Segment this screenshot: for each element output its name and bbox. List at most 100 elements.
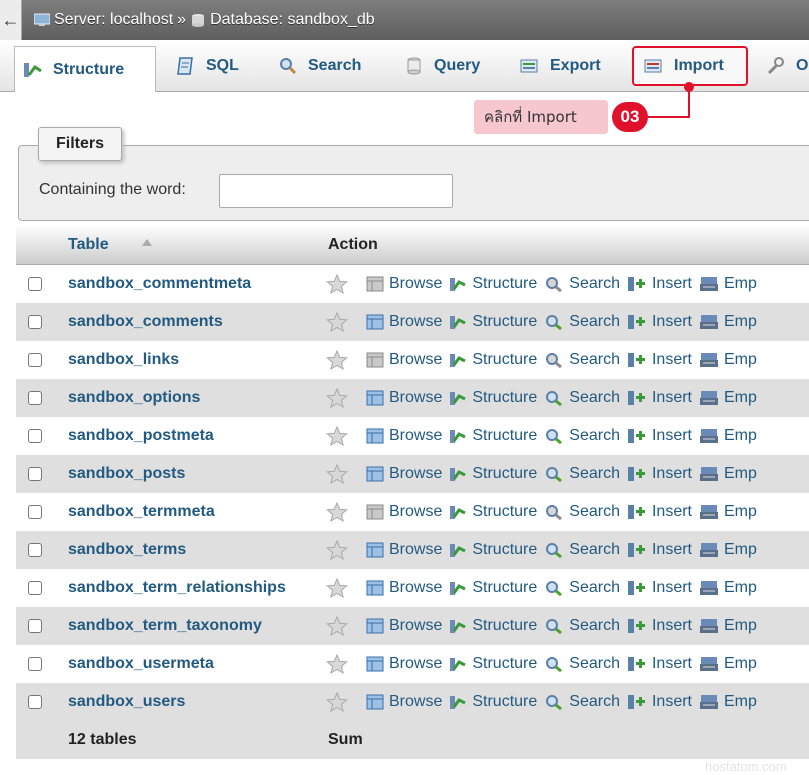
action-empty[interactable]: Emp xyxy=(699,655,757,673)
action-insert[interactable]: Insert xyxy=(627,275,692,293)
action-insert[interactable]: Insert xyxy=(627,351,692,369)
row-checkbox[interactable] xyxy=(28,543,42,557)
action-empty[interactable]: Emp xyxy=(699,389,757,407)
row-checkbox[interactable] xyxy=(28,695,42,709)
action-insert[interactable]: Insert xyxy=(627,503,692,521)
action-empty[interactable]: Emp xyxy=(699,503,757,521)
action-search[interactable]: Search xyxy=(544,693,620,711)
action-search[interactable]: Search xyxy=(544,579,620,597)
favorite-star-icon[interactable] xyxy=(325,425,349,447)
breadcrumb-server[interactable]: Server: localhost xyxy=(54,11,173,29)
action-search[interactable]: Search xyxy=(544,503,620,521)
filter-input[interactable] xyxy=(219,174,453,208)
action-insert[interactable]: Insert xyxy=(627,427,692,445)
action-search[interactable]: Search xyxy=(544,351,620,369)
tab-export[interactable]: Export xyxy=(520,46,624,86)
table-name-link[interactable]: sandbox_term_relationships xyxy=(68,579,286,597)
action-insert[interactable]: Insert xyxy=(627,313,692,331)
action-empty[interactable]: Emp xyxy=(699,465,757,483)
tab-query[interactable]: Query xyxy=(404,46,504,86)
action-search[interactable]: Search xyxy=(544,465,620,483)
action-search[interactable]: Search xyxy=(544,275,620,293)
tab-search[interactable]: Search xyxy=(278,46,382,86)
favorite-star-icon[interactable] xyxy=(325,577,349,599)
tab-operations[interactable]: O xyxy=(766,46,809,86)
action-empty[interactable]: Emp xyxy=(699,313,757,331)
action-browse[interactable]: Browse xyxy=(366,427,442,445)
action-insert[interactable]: Insert xyxy=(627,693,692,711)
action-search[interactable]: Search xyxy=(544,541,620,559)
action-insert[interactable]: Insert xyxy=(627,655,692,673)
back-arrow-icon[interactable]: ← xyxy=(0,0,22,40)
action-empty[interactable]: Emp xyxy=(699,541,757,559)
action-empty[interactable]: Emp xyxy=(699,617,757,635)
row-checkbox[interactable] xyxy=(28,391,42,405)
row-checkbox[interactable] xyxy=(28,315,42,329)
sort-ascending-icon[interactable] xyxy=(142,239,152,246)
row-checkbox[interactable] xyxy=(28,505,42,519)
table-name-link[interactable]: sandbox_users xyxy=(68,693,185,711)
action-structure[interactable]: Structure xyxy=(449,541,537,559)
action-insert[interactable]: Insert xyxy=(627,389,692,407)
favorite-star-icon[interactable] xyxy=(325,539,349,561)
row-checkbox[interactable] xyxy=(28,353,42,367)
action-empty[interactable]: Emp xyxy=(699,275,757,293)
favorite-star-icon[interactable] xyxy=(325,349,349,371)
table-name-link[interactable]: sandbox_usermeta xyxy=(68,655,214,673)
action-browse[interactable]: Browse xyxy=(366,313,442,331)
favorite-star-icon[interactable] xyxy=(325,615,349,637)
breadcrumb-database[interactable]: Database: sandbox_db xyxy=(210,11,375,29)
action-browse[interactable]: Browse xyxy=(366,655,442,673)
action-empty[interactable]: Emp xyxy=(699,351,757,369)
table-name-link[interactable]: sandbox_commentmeta xyxy=(68,275,251,293)
action-browse[interactable]: Browse xyxy=(366,275,442,293)
action-structure[interactable]: Structure xyxy=(449,617,537,635)
action-structure[interactable]: Structure xyxy=(449,579,537,597)
tab-structure[interactable]: Structure xyxy=(14,46,156,92)
table-name-link[interactable]: sandbox_comments xyxy=(68,313,223,331)
table-name-link[interactable]: sandbox_termmeta xyxy=(68,503,215,521)
row-checkbox[interactable] xyxy=(28,467,42,481)
action-browse[interactable]: Browse xyxy=(366,541,442,559)
action-empty[interactable]: Emp xyxy=(699,579,757,597)
action-search[interactable]: Search xyxy=(544,389,620,407)
tab-import[interactable]: Import xyxy=(632,46,748,86)
favorite-star-icon[interactable] xyxy=(325,463,349,485)
action-insert[interactable]: Insert xyxy=(627,465,692,483)
action-browse[interactable]: Browse xyxy=(366,617,442,635)
action-structure[interactable]: Structure xyxy=(449,427,537,445)
table-name-link[interactable]: sandbox_terms xyxy=(68,541,186,559)
favorite-star-icon[interactable] xyxy=(325,273,349,295)
action-structure[interactable]: Structure xyxy=(449,313,537,331)
action-structure[interactable]: Structure xyxy=(449,275,537,293)
table-name-link[interactable]: sandbox_links xyxy=(68,351,179,369)
column-header-table[interactable]: Table xyxy=(68,236,109,254)
favorite-star-icon[interactable] xyxy=(325,387,349,409)
action-browse[interactable]: Browse xyxy=(366,351,442,369)
table-name-link[interactable]: sandbox_options xyxy=(68,389,200,407)
action-browse[interactable]: Browse xyxy=(366,693,442,711)
action-structure[interactable]: Structure xyxy=(449,693,537,711)
action-structure[interactable]: Structure xyxy=(449,389,537,407)
action-insert[interactable]: Insert xyxy=(627,541,692,559)
row-checkbox[interactable] xyxy=(28,581,42,595)
favorite-star-icon[interactable] xyxy=(325,653,349,675)
action-insert[interactable]: Insert xyxy=(627,579,692,597)
table-name-link[interactable]: sandbox_postmeta xyxy=(68,427,214,445)
action-insert[interactable]: Insert xyxy=(627,617,692,635)
action-browse[interactable]: Browse xyxy=(366,503,442,521)
action-empty[interactable]: Emp xyxy=(699,693,757,711)
action-search[interactable]: Search xyxy=(544,655,620,673)
row-checkbox[interactable] xyxy=(28,277,42,291)
action-structure[interactable]: Structure xyxy=(449,503,537,521)
row-checkbox[interactable] xyxy=(28,429,42,443)
action-search[interactable]: Search xyxy=(544,427,620,445)
action-browse[interactable]: Browse xyxy=(366,465,442,483)
table-name-link[interactable]: sandbox_posts xyxy=(68,465,185,483)
action-structure[interactable]: Structure xyxy=(449,655,537,673)
favorite-star-icon[interactable] xyxy=(325,501,349,523)
action-structure[interactable]: Structure xyxy=(449,465,537,483)
action-browse[interactable]: Browse xyxy=(366,579,442,597)
action-search[interactable]: Search xyxy=(544,313,620,331)
action-browse[interactable]: Browse xyxy=(366,389,442,407)
